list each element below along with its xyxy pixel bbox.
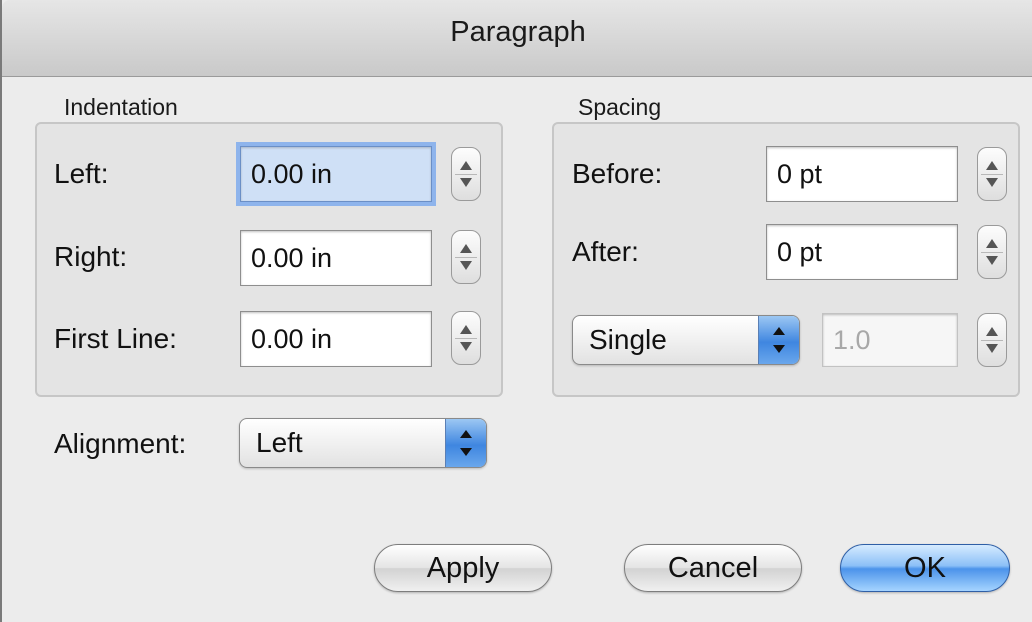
space-before-stepper-icon[interactable] (977, 147, 1007, 201)
line-spacing-selected: Single (589, 324, 667, 355)
window-title: Paragraph (450, 16, 586, 48)
spacing-label: Spacing (578, 94, 662, 120)
paragraph-dialog: Paragraph Indentation Left: 0.00 in Righ… (0, 0, 1032, 622)
cancel-button[interactable]: Cancel (624, 544, 802, 592)
left-indent-stepper-icon[interactable] (451, 147, 481, 201)
first-line-indent-label: First Line: (54, 323, 177, 354)
right-indent-field[interactable]: 0.00 in (240, 230, 432, 286)
first-line-indent-field[interactable]: 0.00 in (240, 311, 432, 367)
left-indent-field[interactable]: 0.00 in (240, 146, 432, 202)
space-after-stepper-icon[interactable] (977, 225, 1007, 279)
alignment-popup[interactable]: Left (239, 418, 487, 468)
line-spacing-popup[interactable]: Single (572, 315, 800, 365)
alignment-label: Alignment: (54, 428, 187, 459)
first-line-indent-stepper-icon[interactable] (451, 311, 481, 365)
space-before-field[interactable]: 0 pt (766, 146, 958, 202)
line-spacing-stepper-icon[interactable] (977, 313, 1007, 367)
title-bar[interactable]: Paragraph (2, 0, 1032, 77)
line-spacing-value-field[interactable]: 1.0 (822, 313, 958, 367)
left-indent-label: Left: (54, 158, 109, 189)
space-after-field[interactable]: 0 pt (766, 224, 958, 280)
alignment-selected: Left (256, 427, 303, 458)
right-indent-stepper-icon[interactable] (451, 230, 481, 284)
right-indent-label: Right: (54, 241, 128, 272)
space-before-label: Before: (572, 158, 663, 189)
apply-button[interactable]: Apply (374, 544, 552, 592)
indentation-label: Indentation (64, 94, 178, 120)
space-after-label: After: (572, 236, 639, 267)
ok-button[interactable]: OK (840, 544, 1010, 592)
popup-arrows-icon (445, 419, 486, 467)
popup-arrows-icon (758, 316, 799, 364)
